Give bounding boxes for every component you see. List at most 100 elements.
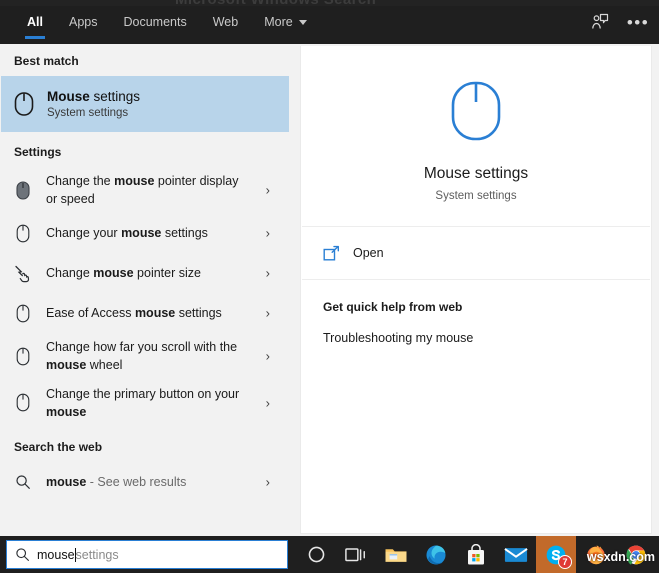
taskbar-app-tray: 7 (296, 536, 656, 573)
mouse-filled-icon (0, 181, 46, 200)
taskbar-item-task-view[interactable] (336, 536, 376, 573)
taskbar-item-microsoft-store[interactable] (456, 536, 496, 573)
feedback-person-icon[interactable] (589, 11, 611, 33)
best-match-result-mouse-settings[interactable]: Mouse settings System settings (1, 76, 289, 132)
mail-envelope-icon (504, 547, 528, 562)
tab-more-label: More (264, 15, 293, 29)
best-match-text: Mouse settings System settings (47, 89, 140, 120)
tab-apps-label: Apps (68, 15, 98, 29)
label-pre: Change how far you scroll with the (46, 340, 238, 355)
chrome-icon (626, 545, 646, 565)
taskbar-item-cortana[interactable] (296, 536, 336, 573)
open-action-label: Open (353, 246, 384, 260)
taskbar-search-input[interactable]: mouse settings (6, 540, 288, 569)
preview-title: Mouse settings (423, 165, 529, 182)
settings-item-pointer-size[interactable]: Change mouse pointer size › (0, 253, 292, 293)
chevron-right-icon: › (265, 395, 270, 411)
label-pre: Change the (46, 174, 115, 188)
search-text-wrapper: mouse settings (37, 547, 119, 562)
search-header: Microsoft Windows Search All Apps Docume… (0, 0, 659, 44)
taskbar-item-firefox[interactable] (576, 536, 616, 573)
open-external-icon (323, 245, 353, 262)
settings-item-label: Ease of Access mouse settings (46, 304, 222, 322)
pointer-hand-icon (0, 264, 46, 283)
chevron-right-icon: › (265, 182, 270, 198)
tab-web[interactable]: Web (200, 0, 251, 44)
taskbar-item-mail[interactable] (496, 536, 536, 573)
label-keyword: mouse (46, 404, 87, 419)
tab-active-underline (25, 36, 45, 39)
label-post: settings (161, 226, 208, 241)
mouse-large-icon (450, 80, 502, 147)
best-match-subtitle: System settings (47, 107, 129, 120)
chevron-down-icon (298, 19, 307, 25)
best-match-title-bold: Mouse (47, 88, 90, 104)
quick-help-section: Get quick help from web Troubleshooting … (301, 280, 651, 345)
overflow-menu-button[interactable]: ••• (627, 11, 649, 33)
settings-item-primary-button[interactable]: Change the primary button on your mouse … (0, 380, 292, 426)
open-action-button[interactable]: Open (301, 227, 651, 279)
taskbar: mouse settings 7 wsxdn.com (0, 536, 659, 573)
store-bag-icon (468, 543, 484, 564)
taskbar-item-skype[interactable]: 7 (536, 536, 576, 573)
task-view-icon (345, 547, 365, 561)
mouse-icon (0, 304, 46, 323)
label-keyword: mouse (121, 226, 162, 241)
mouse-icon (0, 347, 46, 366)
results-list-pane: Best match Mouse settings System setting… (0, 44, 292, 536)
search-icon (0, 474, 46, 490)
best-match-heading: Best match (14, 54, 79, 68)
settings-heading: Settings (14, 145, 62, 159)
settings-item-pointer-display-speed[interactable]: Change the mouse pointer display or spee… (0, 167, 292, 213)
best-match-title: Mouse settings (47, 89, 140, 106)
settings-item-label: Change your mouse settings (46, 224, 208, 242)
header-actions: ••• (589, 0, 649, 44)
label-pre: Change your (46, 226, 122, 241)
web-search-item-mouse[interactable]: mouse - See web results › (0, 462, 292, 502)
chevron-right-icon: › (265, 225, 270, 241)
quick-help-heading: Get quick help from web (323, 300, 463, 314)
tab-apps[interactable]: Apps (56, 0, 111, 44)
label-keyword: mouse (114, 174, 155, 188)
taskbar-item-file-explorer[interactable] (376, 536, 416, 573)
web-search-suffix: - See web results (86, 474, 187, 489)
settings-item-change-your-mouse-settings[interactable]: Change your mouse settings › (0, 213, 292, 253)
tab-web-label: Web (212, 15, 239, 29)
chevron-right-icon: › (265, 348, 270, 364)
label-keyword: mouse (93, 266, 134, 281)
tab-documents-label: Documents (123, 15, 187, 29)
settings-item-label: Change the mouse pointer display or spee… (46, 172, 251, 208)
cortana-circle-icon (308, 546, 324, 563)
chevron-right-icon: › (265, 265, 270, 281)
tab-all[interactable]: All (14, 0, 56, 44)
tab-documents[interactable]: Documents (110, 0, 199, 44)
label-post: settings (175, 306, 222, 321)
folder-icon (385, 548, 407, 562)
chevron-right-icon: › (265, 474, 270, 490)
mouse-icon (0, 224, 46, 243)
best-match-title-rest: settings (89, 88, 141, 104)
settings-item-label: Change the primary button on your mouse (46, 385, 251, 421)
taskbar-item-microsoft-edge[interactable] (416, 536, 456, 573)
edge-icon (426, 544, 446, 565)
quick-help-link-troubleshooting[interactable]: Troubleshooting my mouse (323, 331, 629, 345)
preview-hero: Mouse settings System settings (301, 46, 651, 226)
search-filter-tabs: All Apps Documents Web More (14, 0, 320, 44)
search-the-web-heading: Search the web (14, 439, 103, 454)
taskbar-item-google-chrome[interactable] (616, 536, 656, 573)
settings-item-scroll-wheel[interactable]: Change how far you scroll with the mouse… (0, 333, 292, 379)
mouse-icon (0, 393, 46, 412)
label-pre: Change the primary button on your (46, 386, 240, 401)
settings-item-ease-of-access-mouse[interactable]: Ease of Access mouse settings › (0, 293, 292, 333)
tab-all-label: All (27, 15, 43, 29)
web-search-term: mouse (46, 474, 87, 489)
mouse-icon (1, 91, 47, 117)
tab-more[interactable]: More (251, 0, 319, 44)
search-results-body: Best match Mouse settings System setting… (0, 44, 659, 536)
search-inline-suggestion: settings (75, 547, 119, 562)
chevron-right-icon: › (265, 305, 270, 321)
preview-subtitle: System settings (435, 190, 517, 202)
skype-unread-badge: 7 (558, 555, 572, 569)
settings-item-label: Change how far you scroll with the mouse… (46, 338, 251, 374)
label-pre: Ease of Access (46, 306, 135, 321)
